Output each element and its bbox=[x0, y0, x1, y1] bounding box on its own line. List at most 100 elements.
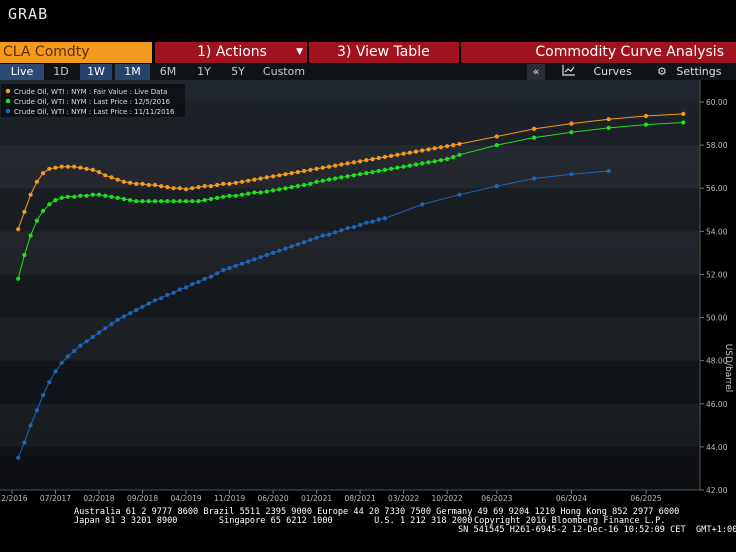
data-point bbox=[34, 179, 40, 184]
footer-phones-2: Japan 81 3 3201 8900 Singapore 65 6212 1… bbox=[74, 515, 473, 526]
data-point bbox=[72, 194, 77, 199]
data-point bbox=[252, 257, 257, 262]
data-point bbox=[401, 151, 406, 156]
data-point bbox=[358, 159, 363, 164]
settings-button[interactable]: ⚙ Settings bbox=[657, 64, 736, 80]
tab-1m[interactable]: 1M bbox=[115, 64, 150, 80]
data-point bbox=[681, 111, 686, 116]
data-point bbox=[134, 181, 139, 186]
data-point bbox=[532, 126, 537, 131]
settings-label: Settings bbox=[676, 65, 722, 78]
data-point bbox=[494, 134, 499, 139]
view-table-button[interactable]: 3) View Table bbox=[309, 42, 459, 63]
data-point bbox=[196, 185, 201, 190]
data-point bbox=[258, 190, 263, 195]
data-point bbox=[84, 193, 89, 198]
data-point bbox=[364, 158, 369, 163]
data-point bbox=[90, 334, 95, 340]
footer-copyright: Copyright 2016 Bloomberg Finance L.P. bbox=[474, 515, 666, 526]
data-point bbox=[215, 182, 220, 188]
data-point bbox=[283, 186, 288, 191]
data-point bbox=[376, 217, 381, 222]
data-point bbox=[295, 170, 300, 175]
data-point bbox=[339, 228, 344, 233]
line-chart-icon bbox=[562, 65, 575, 76]
data-point bbox=[208, 196, 213, 202]
x-tick-label: 06/2025 bbox=[630, 494, 661, 503]
data-point bbox=[426, 160, 431, 165]
data-point bbox=[351, 160, 356, 165]
data-point bbox=[364, 220, 369, 225]
data-point bbox=[420, 148, 425, 153]
data-point bbox=[233, 180, 238, 185]
data-point bbox=[16, 455, 21, 460]
data-point bbox=[227, 193, 232, 198]
ticker-field[interactable]: CLA Comdty bbox=[0, 42, 152, 63]
data-point bbox=[494, 143, 499, 148]
collapse-button[interactable]: « bbox=[527, 64, 545, 80]
y-band bbox=[0, 404, 700, 447]
legend-marker bbox=[5, 108, 11, 114]
data-point bbox=[159, 184, 164, 189]
data-point bbox=[252, 177, 257, 182]
data-point bbox=[339, 162, 344, 167]
data-point bbox=[90, 192, 95, 197]
tab-custom[interactable]: Custom bbox=[256, 64, 312, 80]
tab-1w[interactable]: 1W bbox=[80, 64, 112, 80]
y-tick-label: 52.00 bbox=[706, 270, 728, 279]
data-point bbox=[78, 165, 83, 170]
data-point bbox=[41, 393, 46, 398]
data-point bbox=[314, 235, 319, 240]
data-point bbox=[109, 194, 114, 199]
curves-button[interactable]: Curves bbox=[562, 64, 632, 80]
tab-1d[interactable]: 1D bbox=[44, 64, 78, 80]
data-point bbox=[302, 182, 307, 188]
data-point bbox=[202, 184, 207, 189]
data-point bbox=[22, 252, 27, 258]
data-point bbox=[59, 195, 64, 200]
data-point bbox=[109, 175, 114, 180]
data-point bbox=[395, 165, 400, 170]
data-point bbox=[314, 179, 319, 184]
app-title: GRAB bbox=[8, 5, 49, 23]
data-point bbox=[22, 209, 27, 214]
y-tick-label: 50.00 bbox=[706, 314, 728, 323]
data-point bbox=[345, 161, 350, 166]
actions-menu-button[interactable]: 1) Actions ▼ bbox=[155, 42, 307, 63]
data-point bbox=[333, 176, 338, 181]
data-point bbox=[121, 179, 126, 184]
data-point bbox=[382, 154, 387, 160]
data-point bbox=[407, 163, 412, 168]
tab-6m[interactable]: 6M bbox=[150, 64, 186, 80]
tab-live[interactable]: Live bbox=[0, 64, 44, 80]
data-point bbox=[382, 216, 387, 221]
data-point bbox=[413, 149, 419, 154]
data-point bbox=[320, 178, 325, 183]
data-point bbox=[326, 164, 332, 169]
data-point bbox=[457, 152, 462, 157]
data-point bbox=[326, 232, 332, 237]
data-point bbox=[258, 255, 263, 260]
tab-1y[interactable]: 1Y bbox=[186, 64, 222, 80]
legend-marker bbox=[5, 88, 11, 94]
data-point bbox=[451, 143, 456, 148]
data-point bbox=[165, 199, 170, 204]
data-point bbox=[34, 218, 40, 223]
data-point bbox=[277, 248, 282, 253]
data-point bbox=[53, 198, 58, 203]
y-tick-label: 60.00 bbox=[706, 98, 728, 107]
data-point bbox=[47, 380, 52, 385]
data-point bbox=[382, 167, 387, 172]
tab-5y[interactable]: 5Y bbox=[222, 64, 254, 80]
data-point bbox=[115, 317, 120, 322]
data-point bbox=[128, 198, 133, 203]
gear-icon: ⚙ bbox=[657, 65, 667, 78]
data-point bbox=[146, 301, 151, 306]
y-tick-label: 56.00 bbox=[706, 184, 728, 193]
x-tick-label: 04/2019 bbox=[170, 494, 201, 503]
function-title: Commodity Curve Analysis bbox=[461, 42, 736, 63]
x-tick-label: 11/2019 bbox=[214, 494, 245, 503]
data-point bbox=[103, 326, 108, 331]
x-tick-label: 08/2021 bbox=[344, 494, 375, 503]
data-point bbox=[289, 185, 294, 190]
